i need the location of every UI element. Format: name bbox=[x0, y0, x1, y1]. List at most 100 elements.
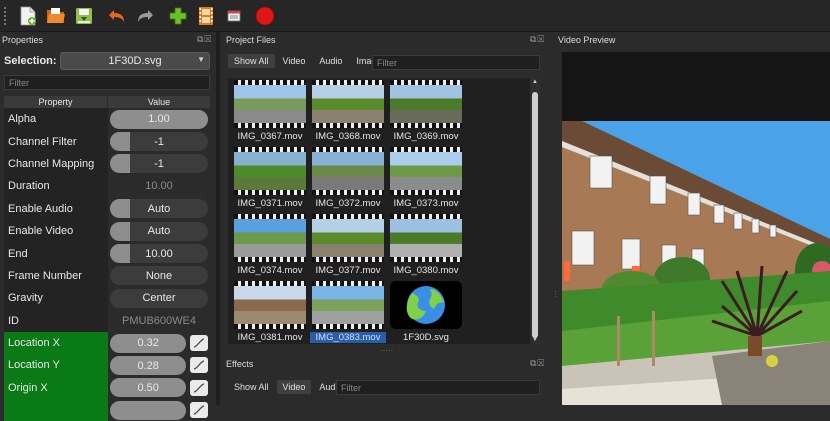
files-preview-splitter[interactable] bbox=[548, 32, 552, 405]
property-row[interactable]: Channel Mapping -1 bbox=[4, 152, 210, 176]
property-name: End bbox=[4, 242, 108, 265]
tab-show-all[interactable]: Show All bbox=[228, 54, 275, 68]
file-thumbnail[interactable]: IMG_0377.mov bbox=[310, 214, 386, 276]
property-value-slider[interactable]: -1 bbox=[110, 132, 208, 152]
property-name: Alpha bbox=[4, 108, 108, 131]
horizontal-splitter-grip[interactable]: ····· bbox=[380, 346, 393, 355]
column-property: Property bbox=[4, 96, 108, 108]
scroll-down-icon[interactable]: ▼ bbox=[530, 336, 540, 344]
choose-profile-button[interactable] bbox=[195, 5, 217, 27]
property-value: 0.32 bbox=[137, 337, 159, 350]
file-thumbnail[interactable]: IMG_0383.mov bbox=[310, 281, 386, 343]
effects-tabs: Show All Video Audio bbox=[228, 380, 348, 394]
effects-tab-show-all[interactable]: Show All bbox=[228, 380, 275, 394]
property-value-slider[interactable]: None bbox=[110, 266, 208, 286]
property-row[interactable]: Channel Filter -1 bbox=[4, 130, 210, 153]
import-files-button[interactable] bbox=[167, 5, 189, 27]
property-value-slider[interactable]: Center bbox=[110, 288, 208, 308]
property-value-cell: Auto bbox=[108, 220, 210, 242]
property-value-cell: -1 bbox=[108, 130, 210, 152]
vertical-splitter-grip[interactable]: ··· bbox=[551, 290, 560, 298]
project-files-panel-controls[interactable]: ⧉☒ bbox=[530, 34, 545, 45]
tab-video[interactable]: Video bbox=[277, 54, 312, 68]
property-value-slider[interactable]: 0.28 bbox=[110, 356, 187, 375]
video-thumbnail-image bbox=[234, 147, 306, 195]
property-row[interactable]: Enable Video Auto bbox=[4, 219, 210, 243]
property-row[interactable] bbox=[4, 399, 210, 421]
file-thumbnail[interactable]: IMG_0380.mov bbox=[388, 214, 464, 276]
property-value-slider[interactable]: Auto bbox=[110, 221, 208, 241]
property-row[interactable]: Location X 0.32 bbox=[4, 331, 210, 355]
effects-tab-video[interactable]: Video bbox=[276, 380, 312, 394]
effects-panel-controls[interactable]: ⧉☒ bbox=[530, 358, 545, 369]
property-row[interactable]: Frame Number None bbox=[4, 264, 210, 288]
file-thumbnail[interactable]: IMG_0371.mov bbox=[232, 147, 308, 209]
fullscreen-button[interactable] bbox=[223, 5, 245, 27]
export-video-button[interactable] bbox=[254, 5, 276, 27]
property-row[interactable]: End 10.00 bbox=[4, 242, 210, 265]
file-name-label: IMG_0368.mov bbox=[315, 131, 381, 142]
project-files-scrollbar[interactable]: ▲ ▼ bbox=[530, 78, 540, 344]
file-thumbnail[interactable]: IMG_0367.mov bbox=[232, 80, 308, 142]
property-row[interactable]: Origin X 0.50 bbox=[4, 376, 210, 400]
video-thumbnail-image bbox=[234, 214, 306, 262]
scrollbar-thumb[interactable] bbox=[532, 92, 538, 338]
selection-label: Selection: bbox=[4, 55, 57, 67]
selection-value: 1F30D.svg bbox=[108, 55, 162, 67]
file-thumbnail[interactable]: IMG_0372.mov bbox=[310, 147, 386, 209]
keyframe-curve-icon[interactable] bbox=[190, 379, 208, 396]
file-thumbnail[interactable]: IMG_0373.mov bbox=[388, 147, 464, 209]
keyframe-curve-icon[interactable] bbox=[190, 335, 208, 352]
property-value-cell: 1.00 bbox=[108, 108, 210, 130]
file-name-label: IMG_0367.mov bbox=[237, 131, 303, 142]
properties-splitter[interactable] bbox=[216, 32, 220, 405]
property-value-slider[interactable] bbox=[110, 400, 187, 420]
undo-button[interactable] bbox=[106, 5, 128, 27]
redo-icon bbox=[138, 9, 153, 22]
file-name-label: IMG_0369.mov bbox=[393, 131, 459, 142]
property-value-slider[interactable]: Auto bbox=[110, 199, 208, 219]
redo-button[interactable] bbox=[134, 5, 156, 27]
file-thumbnail[interactable]: IMG_0374.mov bbox=[232, 214, 308, 276]
selection-dropdown[interactable]: 1F30D.svg ▼ bbox=[60, 52, 210, 70]
property-value-cell: PMUB600WE4 bbox=[108, 310, 210, 332]
new-file-icon bbox=[20, 6, 36, 25]
new-project-button[interactable] bbox=[17, 5, 39, 27]
file-thumbnail[interactable]: 1F30D.svg bbox=[388, 281, 464, 343]
toolbar-grip[interactable] bbox=[4, 6, 8, 25]
file-thumbnail[interactable]: IMG_0369.mov bbox=[388, 80, 464, 142]
properties-panel-controls[interactable]: ⧉☒ bbox=[197, 34, 212, 45]
property-value: PMUB600WE4 bbox=[122, 314, 196, 327]
file-thumbnail[interactable]: IMG_0368.mov bbox=[310, 80, 386, 142]
properties-filter-input[interactable]: Filter bbox=[4, 75, 210, 90]
property-row[interactable]: Location Y 0.28 bbox=[4, 354, 210, 377]
file-thumbnail[interactable]: IMG_0381.mov bbox=[232, 281, 308, 343]
project-files-filter-input[interactable]: Filter bbox=[372, 55, 540, 70]
property-row[interactable]: Duration 10.00 bbox=[4, 175, 210, 198]
file-name-label: IMG_0373.mov bbox=[393, 198, 459, 209]
keyframe-curve-icon[interactable] bbox=[190, 357, 208, 374]
open-project-button[interactable] bbox=[45, 5, 67, 27]
property-row[interactable]: Alpha 1.00 bbox=[4, 108, 210, 131]
property-value-slider[interactable]: PMUB600WE4 bbox=[110, 311, 208, 330]
record-icon bbox=[255, 6, 275, 25]
property-value-slider[interactable]: 10.00 bbox=[110, 244, 208, 264]
save-project-button[interactable] bbox=[73, 5, 95, 27]
video-thumbnail-image bbox=[390, 80, 462, 128]
property-row[interactable]: Gravity Center bbox=[4, 287, 210, 310]
property-row[interactable]: Enable Audio Auto bbox=[4, 197, 210, 220]
property-name bbox=[4, 399, 108, 421]
property-value-slider[interactable]: 1.00 bbox=[110, 109, 208, 129]
scroll-up-icon[interactable]: ▲ bbox=[530, 78, 540, 86]
properties-title: Properties bbox=[2, 35, 44, 45]
file-name-label: IMG_0372.mov bbox=[315, 198, 381, 209]
property-value-slider[interactable]: -1 bbox=[110, 154, 208, 174]
property-value-slider[interactable]: 10.00 bbox=[110, 177, 208, 196]
property-name: ID bbox=[4, 309, 108, 332]
effects-filter-input[interactable]: Filter bbox=[336, 380, 540, 395]
property-value-slider[interactable]: 0.50 bbox=[110, 378, 187, 398]
property-value-cell: Center bbox=[108, 287, 210, 309]
tab-audio[interactable]: Audio bbox=[313, 54, 348, 68]
property-value-slider[interactable]: 0.32 bbox=[110, 333, 187, 353]
property-row[interactable]: ID PMUB600WE4 bbox=[4, 309, 210, 332]
